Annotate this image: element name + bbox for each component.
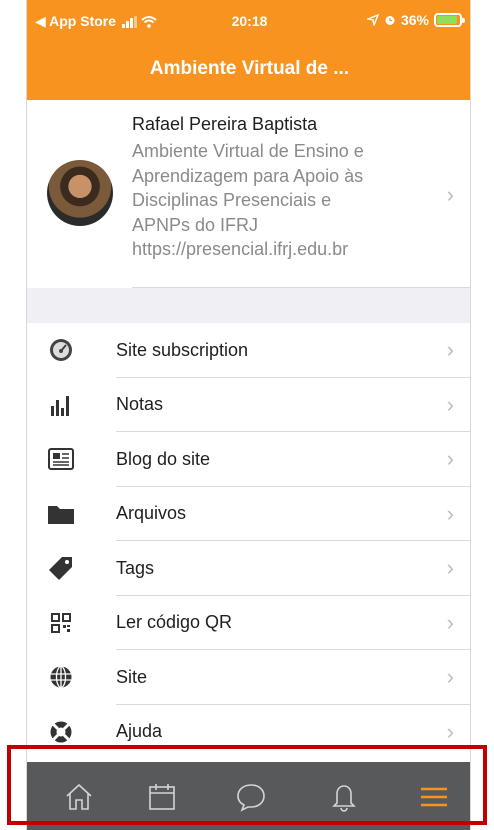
app-screen: ◀ App Store 20:18 36% Ambiente Virtual d… xyxy=(26,0,471,830)
globe-icon xyxy=(47,663,75,691)
gauge-icon xyxy=(47,336,75,364)
avatar xyxy=(47,160,113,226)
status-bar: ◀ App Store 20:18 36% xyxy=(27,0,470,44)
user-name: Rafael Pereira Baptista xyxy=(132,114,318,134)
chevron-right-icon: › xyxy=(446,664,454,690)
qr-code-icon xyxy=(47,609,75,637)
chevron-right-icon: › xyxy=(446,182,454,207)
menu-item-label: Tags xyxy=(116,557,155,578)
site-url: https://presencial.ifrj.edu.br xyxy=(132,239,349,259)
menu-item-blog-do-site[interactable]: Blog do site › xyxy=(27,432,470,487)
app-header: ◀ App Store 20:18 36% Ambiente Virtual d… xyxy=(27,0,470,100)
chevron-right-icon: › xyxy=(446,555,454,581)
battery-percent: 36% xyxy=(400,12,429,28)
location-icon xyxy=(366,14,379,26)
menu-item-site-subscription[interactable]: Site subscription › xyxy=(27,323,470,378)
highlight-box xyxy=(7,745,487,825)
section-spacer xyxy=(27,288,470,323)
tag-icon xyxy=(47,554,75,582)
menu-item-label: Blog do site xyxy=(116,448,211,469)
more-menu-list: Site subscription › Notas › Blog do site… xyxy=(27,323,470,759)
folder-icon xyxy=(47,500,75,528)
bar-chart-icon xyxy=(47,391,75,419)
chevron-right-icon: › xyxy=(446,718,454,744)
menu-item-arquivos[interactable]: Arquivos › xyxy=(27,487,470,541)
menu-item-tags[interactable]: Tags › xyxy=(27,541,470,596)
site-info: Ambiente Virtual de Ensino e Aprendizage… xyxy=(132,139,432,262)
menu-item-site[interactable]: Site › xyxy=(27,650,470,705)
site-line: Aprendizagem para Apoio às xyxy=(132,165,364,186)
battery-charging-icon xyxy=(434,13,465,27)
user-site-card[interactable]: Rafael Pereira Baptista Ambiente Virtual… xyxy=(27,100,470,288)
site-line: APNPs do IFRJ xyxy=(132,214,259,235)
menu-item-label: Site xyxy=(116,666,148,687)
menu-item-label: Ajuda xyxy=(116,721,163,742)
menu-item-label: Notas xyxy=(116,394,164,415)
site-line: Ambiente Virtual de Ensino e xyxy=(132,141,364,161)
chevron-right-icon: › xyxy=(446,446,454,472)
chevron-right-icon: › xyxy=(446,337,454,363)
menu-item-label: Ler código QR xyxy=(116,612,233,633)
page-title: Ambiente Virtual de ... xyxy=(149,58,350,79)
site-line: Disciplinas Presenciais e xyxy=(132,190,332,210)
chevron-right-icon: › xyxy=(446,391,454,417)
menu-item-label: Arquivos xyxy=(116,503,187,524)
menu-item-notas[interactable]: Notas › xyxy=(27,378,470,432)
lifebuoy-icon xyxy=(47,718,75,746)
newspaper-icon xyxy=(47,445,75,473)
chevron-right-icon: › xyxy=(446,609,454,635)
chevron-right-icon: › xyxy=(446,500,454,526)
menu-item-label: Site subscription xyxy=(116,339,249,360)
menu-item-ler-codigo-qr[interactable]: Ler código QR › xyxy=(27,596,470,650)
alarm-icon xyxy=(385,16,395,25)
